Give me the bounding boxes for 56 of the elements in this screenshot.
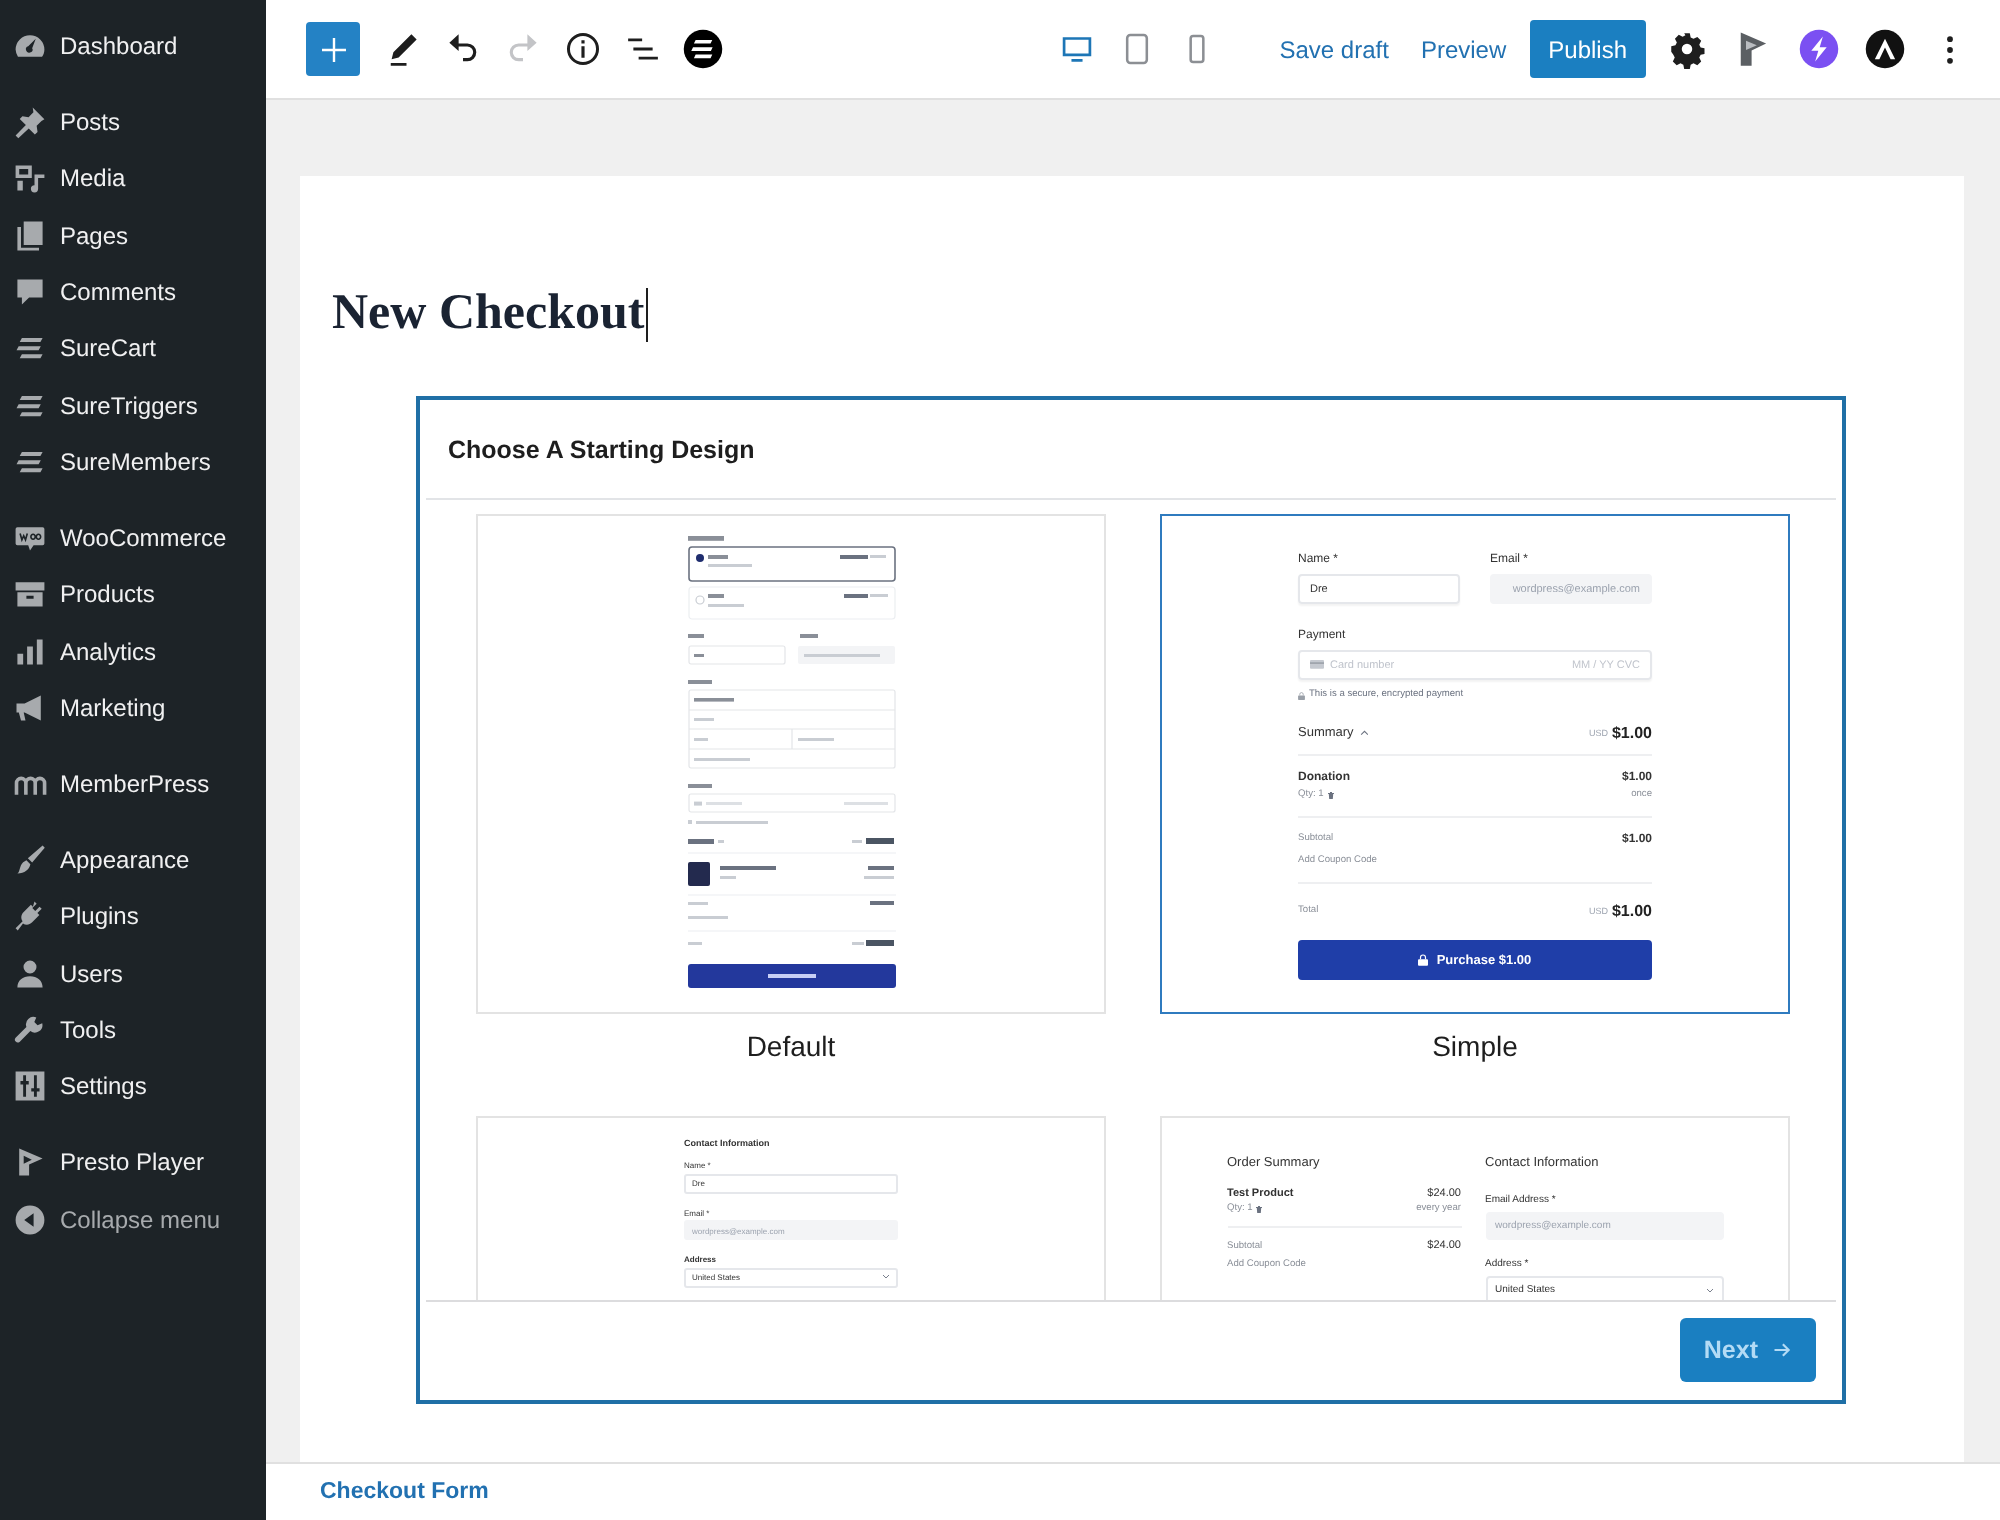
- wrench-icon: [12, 1011, 48, 1048]
- sidebar-item[interactable]: Appearance: [0, 831, 266, 889]
- chevron-up-icon: [1359, 729, 1369, 735]
- sidebar-item[interactable]: SureCart: [0, 320, 266, 377]
- lock-icon: [1418, 954, 1429, 966]
- chevron-logo-icon[interactable]: [1863, 28, 1905, 70]
- sidebar-item[interactable]: Presto Player: [0, 1134, 266, 1191]
- bolt-logo-icon[interactable]: [1797, 28, 1839, 70]
- archive-box-icon: [12, 576, 48, 613]
- speech-bubble-icon: [12, 273, 48, 310]
- sidebar-item[interactable]: Plugins: [0, 888, 266, 945]
- sliders-icon: [12, 1068, 48, 1105]
- sidebar-item[interactable]: Users: [0, 944, 266, 1002]
- sidebar-item[interactable]: Media: [0, 150, 266, 208]
- sidebar-item[interactable]: Posts: [0, 93, 266, 151]
- total-amount: $1.00: [1611, 901, 1652, 919]
- design-card[interactable]: [1160, 514, 1790, 1014]
- sidebar-item[interactable]: Dashboard: [0, 17, 266, 75]
- stripes-logo-icon[interactable]: [681, 28, 723, 70]
- paintbrush-icon: [12, 842, 48, 879]
- sidebar-item[interactable]: SureTriggers: [0, 376, 266, 434]
- sidebar-item[interactable]: WooCommerce: [0, 509, 266, 567]
- sidebar-item[interactable]: MemberPress: [0, 755, 266, 813]
- post-title-field[interactable]: New Checkout: [332, 284, 645, 344]
- publish-button[interactable]: Publish: [1530, 20, 1645, 78]
- text-cursor: [646, 287, 649, 341]
- save-draft-button[interactable]: Save draft: [1267, 19, 1401, 79]
- panel-heading: Choose A Starting Design: [448, 435, 755, 463]
- credit-card-icon: [1310, 660, 1324, 670]
- summary-amount: $1.00: [1611, 723, 1652, 741]
- right-arrow-icon: [1772, 1340, 1792, 1360]
- collapse-menu-button[interactable]: Collapse menu: [0, 1190, 266, 1248]
- more-options-icon[interactable]: [1944, 31, 1956, 67]
- sidebar-item[interactable]: Comments: [0, 263, 266, 321]
- sidebar-item[interactable]: Marketing: [0, 679, 266, 736]
- add-block-button[interactable]: [306, 22, 360, 76]
- sidebar-item[interactable]: Pages: [0, 207, 266, 264]
- pushpin-icon: [12, 104, 48, 141]
- trash-icon: [1256, 1206, 1263, 1214]
- sidebar-item[interactable]: Tools: [0, 1001, 266, 1059]
- info-icon[interactable]: [561, 28, 603, 70]
- pages-icon: [12, 217, 48, 254]
- user-icon: [12, 955, 48, 992]
- sidebar-item[interactable]: Products: [0, 566, 266, 623]
- bar-chart-icon: [12, 633, 48, 670]
- design-name: Default: [744, 1030, 838, 1064]
- design-name: Simple: [1430, 1030, 1520, 1064]
- preview-button[interactable]: Preview: [1408, 19, 1519, 79]
- lock-icon: [1298, 691, 1305, 699]
- settings-icon[interactable]: [1665, 28, 1707, 70]
- trash-icon: [1327, 792, 1334, 800]
- sidebar-item[interactable]: SureMembers: [0, 433, 266, 491]
- media-icon: [12, 160, 48, 197]
- sidebar-item[interactable]: Analytics: [0, 622, 266, 680]
- breadcrumb-link[interactable]: Checkout Form: [320, 1480, 489, 1504]
- sidebar-item[interactable]: Settings: [0, 1058, 266, 1115]
